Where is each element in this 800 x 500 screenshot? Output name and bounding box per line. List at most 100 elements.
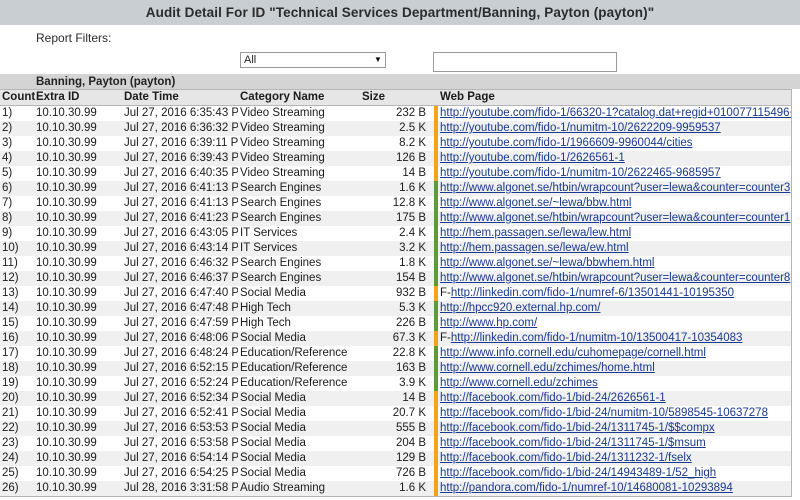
web-page-link[interactable]: http://www.algonet.se/htbin/wrapcount?us… — [440, 182, 790, 194]
table-row[interactable]: 17) 10.10.30.99 Jul 27, 2016 6:48:24 PM Edu… — [0, 346, 792, 361]
web-page-link[interactable]: http://www.hp.com/ — [440, 317, 537, 329]
cell-web-page[interactable]: http://www.algonet.se/~lewa/bbw.html — [438, 196, 792, 211]
cell-web-page[interactable]: F-http://linkedin.com/fido-1/numitm-10/1… — [438, 331, 792, 346]
report-filters-label: Report Filters: — [36, 31, 112, 45]
web-page-link[interactable]: http://hem.passagen.se/lewa/lew.html — [440, 227, 631, 239]
web-page-link[interactable]: http://www.info.cornell.edu/cuhomepage/c… — [440, 347, 706, 359]
table-row[interactable]: 26) 10.10.30.99 Jul 28, 2016 3:31:58 PM Aud… — [0, 481, 792, 496]
cell-extra-id: 10.10.30.99 — [36, 377, 97, 389]
table-row[interactable]: 4) 10.10.30.99 Jul 27, 2016 6:39:43 PM Vide… — [0, 151, 792, 166]
column-header-size[interactable]: Size — [360, 89, 428, 106]
web-page-link[interactable]: http://facebook.com/fido-1/bid-24/262656… — [440, 392, 666, 404]
table-row[interactable]: 20) 10.10.30.99 Jul 27, 2016 6:52:34 PM Soc… — [0, 391, 792, 406]
table-row[interactable]: 21) 10.10.30.99 Jul 27, 2016 6:52:41 PM Soc… — [0, 406, 792, 421]
cell-extra-id: 10.10.30.99 — [36, 152, 97, 164]
table-row[interactable]: 5) 10.10.30.99 Jul 27, 2016 6:40:35 PM Vide… — [0, 166, 792, 181]
cell-web-page[interactable]: F-http://linkedin.com/fido-1/numref-6/13… — [438, 286, 792, 301]
column-header-date-time[interactable]: Date Time — [122, 89, 238, 106]
cell-web-page[interactable]: http://facebook.com/fido-1/bid-24/149434… — [438, 466, 792, 481]
cell-web-page[interactable]: http://youtube.com/fido-1/numitm-10/2622… — [438, 121, 792, 136]
web-page-link[interactable]: http://youtube.com/fido-1/2626561-1 — [440, 152, 625, 164]
web-page-link[interactable]: http://youtube.com/fido-1/1966609-996004… — [440, 137, 693, 149]
table-row[interactable]: 9) 10.10.30.99 Jul 27, 2016 6:43:05 PM IT S… — [0, 226, 792, 241]
cell-web-page[interactable]: http://hpcc920.external.hp.com/ — [438, 301, 792, 316]
cell-web-page[interactable]: http://www.cornell.edu/zchimes/home.html — [438, 361, 792, 376]
cell-category-color-bar — [428, 421, 438, 436]
table-row[interactable]: 1) 10.10.30.99 Jul 27, 2016 6:35:43 PM Vide… — [0, 105, 792, 122]
cell-web-page[interactable]: http://www.hp.com/ — [438, 316, 792, 331]
web-page-link[interactable]: http://linkedin.com/fido-1/numitm-10/135… — [451, 332, 743, 344]
cell-extra-id: 10.10.30.99 — [36, 332, 97, 344]
web-page-link[interactable]: http://facebook.com/fido-1/bid-24/131123… — [440, 452, 692, 464]
cell-web-page[interactable]: http://facebook.com/fido-1/bid-24/131123… — [438, 451, 792, 466]
cell-size: 12.8 K — [392, 197, 426, 209]
web-page-link[interactable]: http://pandora.com/fido-1/numref-10/1468… — [440, 482, 733, 494]
table-row[interactable]: 18) 10.10.30.99 Jul 27, 2016 6:52:15 PM Edu… — [0, 361, 792, 376]
cell-web-page[interactable]: http://www.info.cornell.edu/cuhomepage/c… — [438, 346, 792, 361]
web-page-link[interactable]: http://youtube.com/fido-1/numitm-10/2622… — [440, 167, 721, 179]
cell-web-page[interactable]: http://youtube.com/fido-1/numitm-10/2622… — [438, 166, 792, 181]
cell-web-page[interactable]: http://www.cornell.edu/zchimes — [438, 376, 792, 391]
web-page-link[interactable]: http://hpcc920.external.hp.com/ — [440, 302, 600, 314]
table-row[interactable]: 19) 10.10.30.99 Jul 27, 2016 6:52:24 PM Edu… — [0, 376, 792, 391]
web-page-link[interactable]: http://hem.passagen.se/lewa/ew.html — [440, 242, 629, 254]
cell-web-page[interactable]: http://www.algonet.se/htbin/wrapcount?us… — [438, 181, 792, 196]
table-row[interactable]: 16) 10.10.30.99 Jul 27, 2016 6:48:06 PM Soc… — [0, 331, 792, 346]
web-page-link[interactable]: http://facebook.com/fido-1/bid-24/numitm… — [440, 407, 768, 419]
table-row[interactable]: 12) 10.10.30.99 Jul 27, 2016 6:46:37 PM Sea… — [0, 271, 792, 286]
cell-web-page[interactable]: http://facebook.com/fido-1/bid-24/131174… — [438, 436, 792, 451]
web-page-link[interactable]: http://youtube.com/fido-1/66320-1?catalo… — [440, 107, 792, 119]
cell-web-page[interactable]: http://youtube.com/fido-1/2626561-1 — [438, 151, 792, 166]
web-page-link[interactable]: http://facebook.com/fido-1/bid-24/149434… — [440, 467, 716, 479]
table-row[interactable]: 13) 10.10.30.99 Jul 27, 2016 6:47:40 PM Soc… — [0, 286, 792, 301]
cell-date-time: Jul 27, 2016 6:53:53 PM — [124, 422, 238, 434]
cell-web-page[interactable]: http://pandora.com/fido-1/numref-10/1468… — [438, 481, 792, 496]
cell-web-page[interactable]: http://www.algonet.se/~lewa/bbwhem.html — [438, 256, 792, 271]
table-row[interactable]: 11) 10.10.30.99 Jul 27, 2016 6:46:32 PM Sea… — [0, 256, 792, 271]
web-page-link[interactable]: http://www.algonet.se/~lewa/bbwhem.html — [440, 257, 654, 269]
category-filter-select[interactable]: All ▼ — [240, 52, 386, 68]
web-page-link[interactable]: http://facebook.com/fido-1/bid-24/131174… — [440, 422, 715, 434]
web-page-link[interactable]: http://www.algonet.se/htbin/wrapcount?us… — [440, 212, 790, 224]
column-header-category[interactable]: Category Name — [238, 89, 360, 106]
cell-category: Social Media — [240, 392, 306, 404]
table-row[interactable]: 15) 10.10.30.99 Jul 27, 2016 6:47:59 PM Hig… — [0, 316, 792, 331]
web-page-link[interactable]: http://linkedin.com/fido-1/numref-6/1350… — [451, 287, 734, 299]
cell-date-time: Jul 27, 2016 6:52:34 PM — [124, 392, 238, 404]
cell-category-color-bar — [428, 241, 438, 256]
cell-web-page[interactable]: http://www.algonet.se/htbin/wrapcount?us… — [438, 211, 792, 226]
column-header-count[interactable]: Count — [0, 89, 35, 106]
cell-web-page[interactable]: http://www.algonet.se/htbin/wrapcount?us… — [438, 271, 792, 286]
cell-category: High Tech — [240, 317, 291, 329]
cell-web-page[interactable]: http://hem.passagen.se/lewa/lew.html — [438, 226, 792, 241]
cell-category: Social Media — [240, 407, 306, 419]
cell-web-page[interactable]: http://youtube.com/fido-1/1966609-996004… — [438, 136, 792, 151]
cell-web-page[interactable]: http://facebook.com/fido-1/bid-24/numitm… — [438, 406, 792, 421]
web-page-link[interactable]: http://www.algonet.se/htbin/wrapcount?us… — [440, 272, 790, 284]
table-row[interactable]: 23) 10.10.30.99 Jul 27, 2016 6:53:58 PM Soc… — [0, 436, 792, 451]
web-page-link[interactable]: http://youtube.com/fido-1/numitm-10/2622… — [440, 122, 721, 134]
table-row[interactable]: 2) 10.10.30.99 Jul 27, 2016 6:36:32 PM Vide… — [0, 121, 792, 136]
filter-search-input[interactable] — [433, 52, 617, 72]
column-header-web-page[interactable]: Web Page — [438, 89, 792, 106]
column-header-extra-id[interactable]: Extra ID — [34, 89, 122, 106]
web-page-link[interactable]: http://www.cornell.edu/zchimes — [440, 377, 598, 389]
cell-extra-id: 10.10.30.99 — [36, 362, 97, 374]
cell-web-page[interactable]: http://facebook.com/fido-1/bid-24/131174… — [438, 421, 792, 436]
cell-web-page[interactable]: http://youtube.com/fido-1/66320-1?catalo… — [438, 106, 792, 122]
table-row[interactable]: 7) 10.10.30.99 Jul 27, 2016 6:41:13 PM Sear… — [0, 196, 792, 211]
table-row[interactable]: 3) 10.10.30.99 Jul 27, 2016 6:39:11 PM Vide… — [0, 136, 792, 151]
web-page-link[interactable]: http://www.cornell.edu/zchimes/home.html — [440, 362, 655, 374]
table-row[interactable]: 10) 10.10.30.99 Jul 27, 2016 6:43:14 PM IT … — [0, 241, 792, 256]
table-row[interactable]: 22) 10.10.30.99 Jul 27, 2016 6:53:53 PM Soc… — [0, 421, 792, 436]
table-row[interactable]: 25) 10.10.30.99 Jul 27, 2016 6:54:25 PM Soc… — [0, 466, 792, 481]
table-row[interactable]: 24) 10.10.30.99 Jul 27, 2016 6:54:14 PM Soc… — [0, 451, 792, 466]
cell-web-page[interactable]: http://hem.passagen.se/lewa/ew.html — [438, 241, 792, 256]
table-row[interactable]: 6) 10.10.30.99 Jul 27, 2016 6:41:13 PM Sear… — [0, 181, 792, 196]
web-page-link[interactable]: http://www.algonet.se/~lewa/bbw.html — [440, 197, 631, 209]
web-page-link[interactable]: http://facebook.com/fido-1/bid-24/131174… — [440, 437, 706, 449]
table-row[interactable]: 14) 10.10.30.99 Jul 27, 2016 6:47:48 PM Hig… — [0, 301, 792, 316]
table-row[interactable]: 8) 10.10.30.99 Jul 27, 2016 6:41:23 PM Sear… — [0, 211, 792, 226]
cell-category-color-bar — [428, 391, 438, 406]
cell-web-page[interactable]: http://facebook.com/fido-1/bid-24/262656… — [438, 391, 792, 406]
